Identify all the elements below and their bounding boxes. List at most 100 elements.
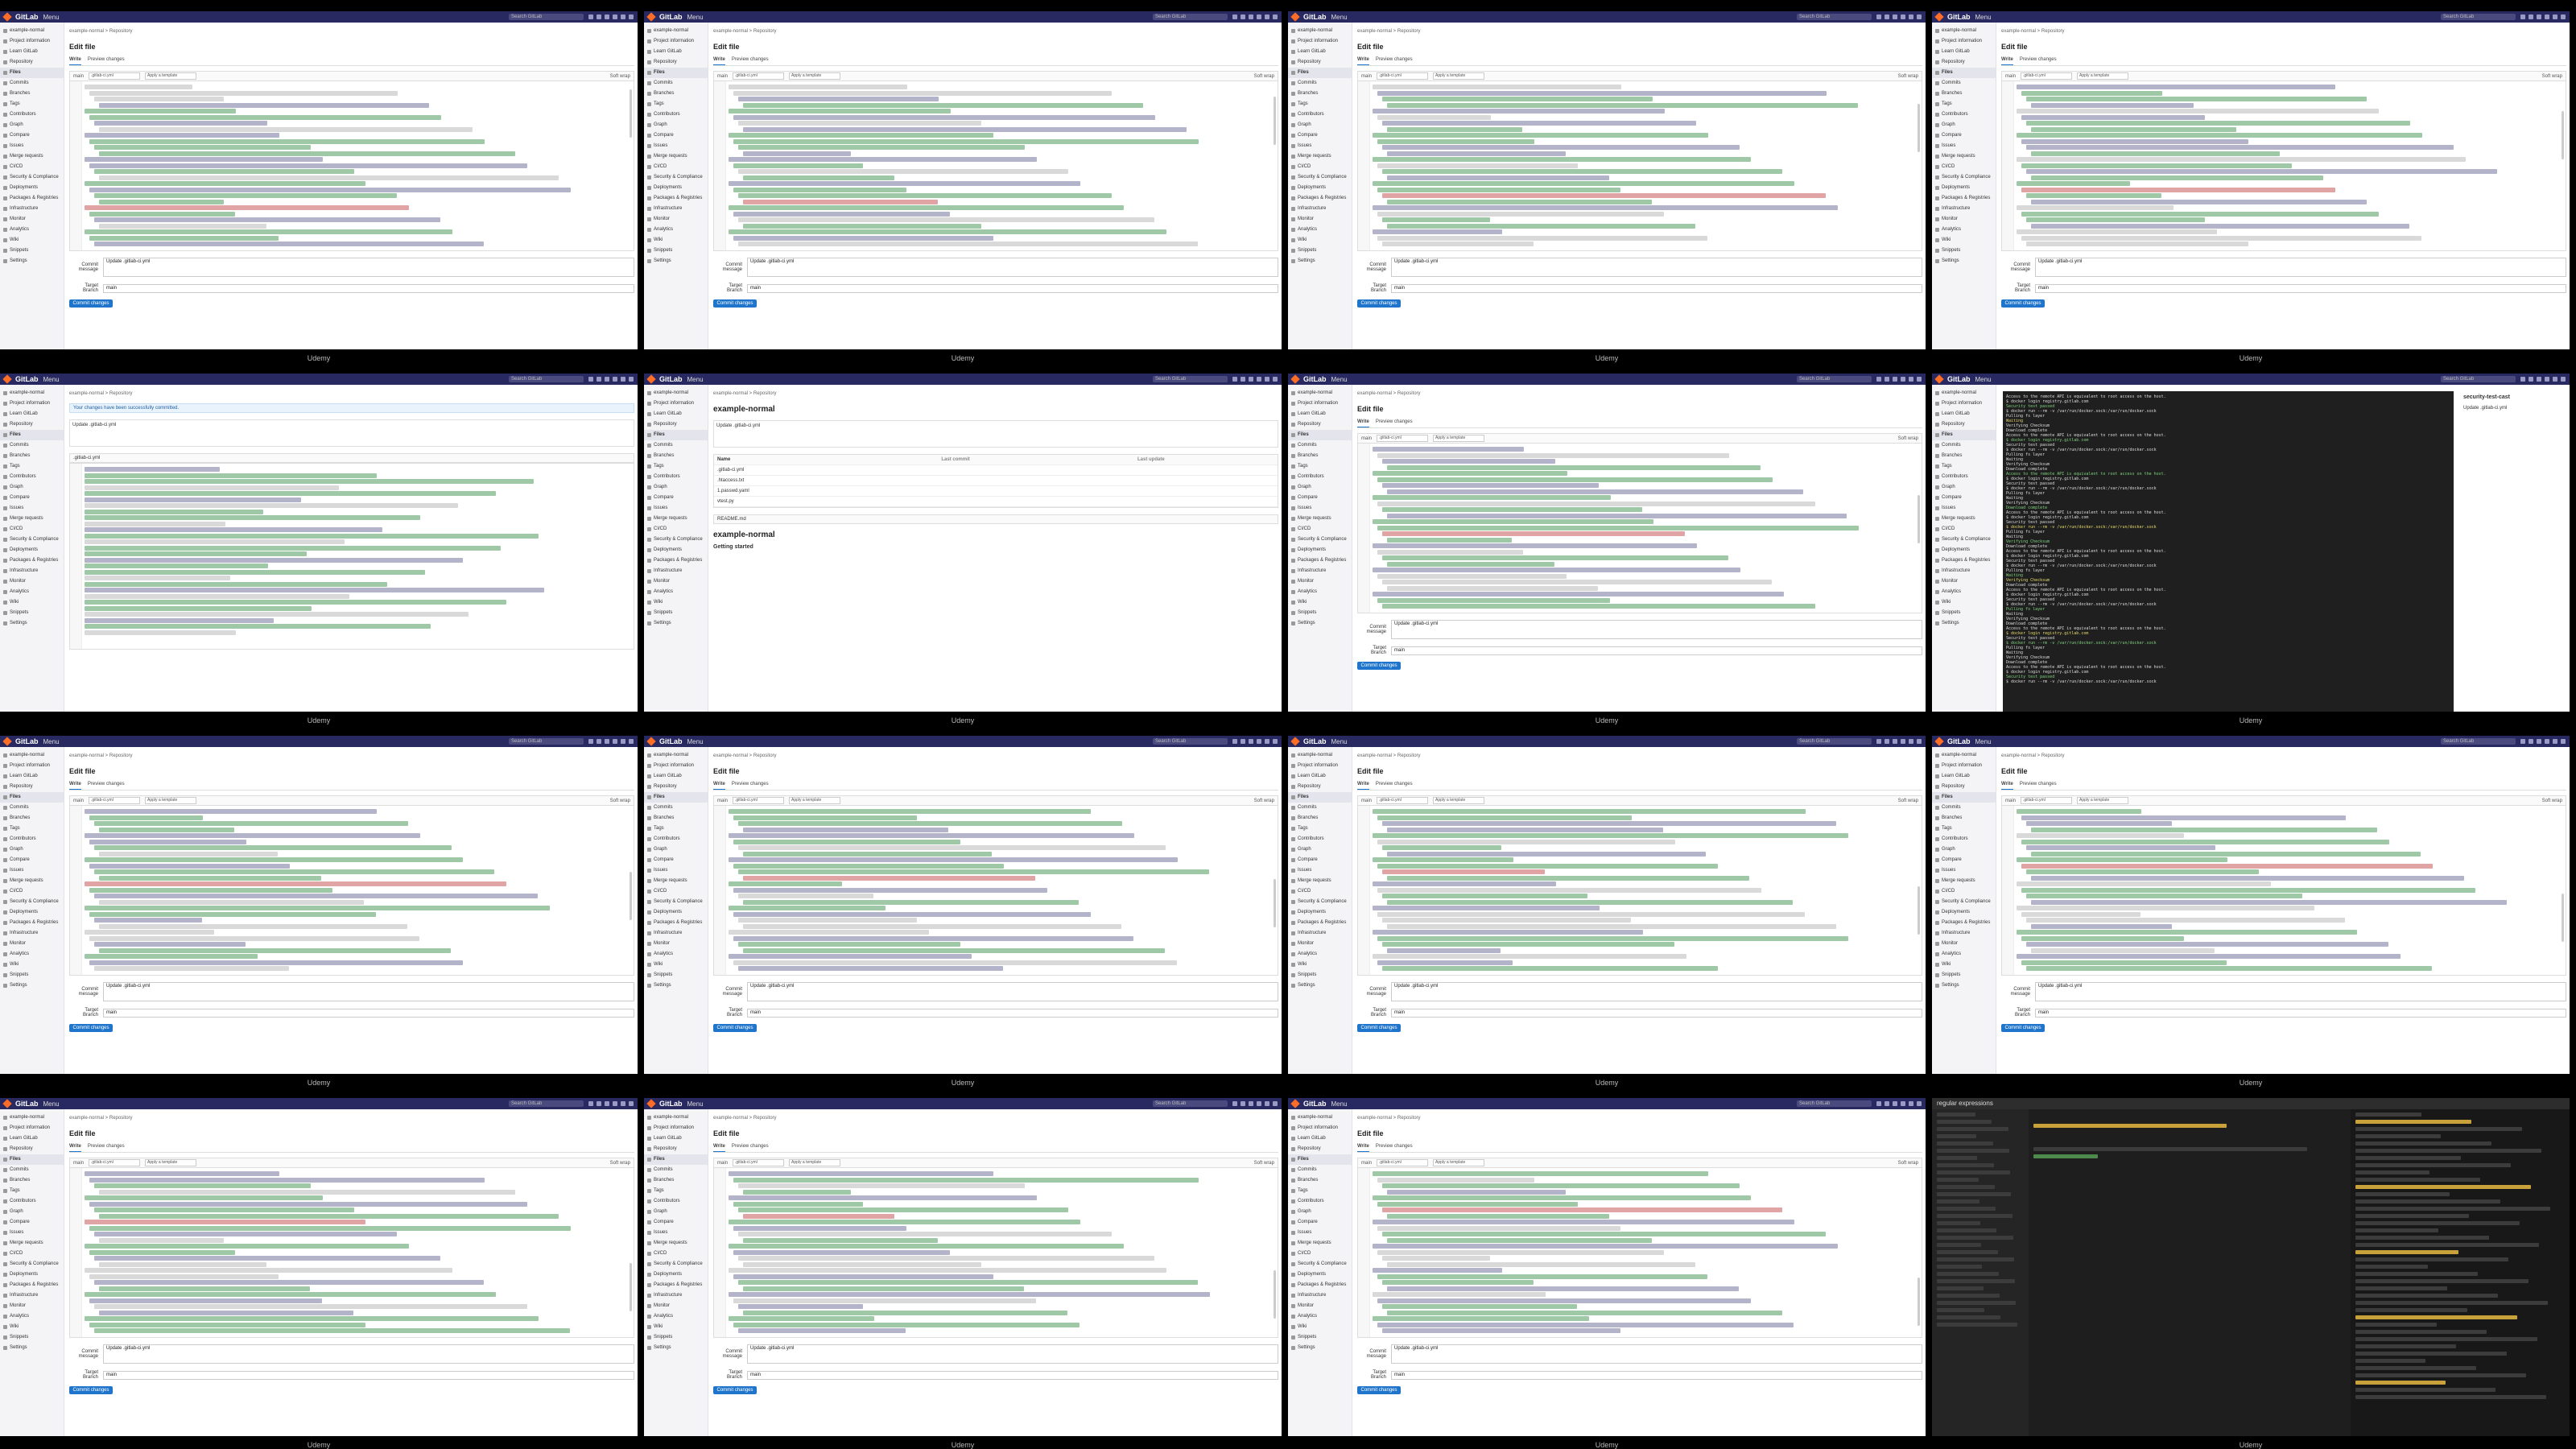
sidebar-entry[interactable] bbox=[1937, 1113, 1975, 1117]
sidebar-item[interactable]: CI/CD bbox=[644, 524, 708, 535]
file-name[interactable]: .gitlab-ci.yml bbox=[717, 465, 941, 475]
sidebar-item[interactable]: Graph bbox=[1288, 120, 1352, 130]
sidebar-item[interactable]: Files bbox=[644, 1154, 708, 1165]
template-select[interactable]: Apply a template bbox=[2077, 72, 2129, 80]
sidebar-item[interactable]: Wiki bbox=[1288, 597, 1352, 608]
target-branch-input[interactable]: main bbox=[1391, 283, 1922, 293]
tab-preview[interactable]: Preview changes bbox=[1376, 419, 1413, 427]
sidebar-item[interactable]: Analytics bbox=[1932, 587, 1996, 597]
file-name[interactable]: 1.passwd.yaml bbox=[717, 486, 941, 496]
sidebar-entry[interactable] bbox=[1937, 1141, 1993, 1146]
sidebar-entry[interactable] bbox=[1937, 1149, 2009, 1153]
sidebar-item[interactable]: Repository bbox=[1932, 57, 1996, 68]
sidebar-item[interactable]: Compare bbox=[0, 855, 64, 865]
merge-request-icon[interactable] bbox=[1249, 14, 1253, 19]
sidebar-item[interactable]: Tags bbox=[0, 824, 64, 834]
sidebar-item[interactable]: Security & Compliance bbox=[0, 897, 64, 907]
sidebar-item[interactable]: Packages & Registries bbox=[644, 193, 708, 204]
sidebar-item[interactable]: Deployments bbox=[1288, 907, 1352, 918]
commit-changes-button[interactable]: Commit changes bbox=[713, 299, 757, 308]
editor-scrollbar[interactable] bbox=[630, 1263, 632, 1311]
tab-write[interactable]: Write bbox=[713, 1144, 725, 1152]
sidebar-item[interactable]: Project information bbox=[1932, 398, 1996, 409]
sidebar-item[interactable]: Repository bbox=[0, 782, 64, 792]
help-icon[interactable] bbox=[1909, 1101, 1913, 1106]
sidebar-entry[interactable] bbox=[1937, 1192, 2012, 1196]
sidebar-item[interactable]: example-normal bbox=[1932, 750, 1996, 761]
plus-icon[interactable] bbox=[1232, 377, 1237, 382]
regex-input[interactable] bbox=[2033, 1124, 2227, 1128]
help-icon[interactable] bbox=[1265, 739, 1269, 744]
todo-icon[interactable] bbox=[1257, 377, 1261, 382]
filename-input[interactable]: .gitlab-ci.yml bbox=[733, 72, 785, 80]
brand-name[interactable]: GitLab bbox=[659, 737, 683, 745]
sidebar-item[interactable]: Files bbox=[0, 792, 64, 803]
sidebar-item[interactable]: example-normal bbox=[1288, 26, 1352, 36]
sidebar-item[interactable]: Snippets bbox=[1288, 246, 1352, 256]
gitlab-logo-icon[interactable] bbox=[1290, 737, 1300, 746]
sidebar-item[interactable]: Issues bbox=[644, 865, 708, 876]
breadcrumb[interactable]: example-normal > Repository bbox=[1357, 391, 1922, 398]
merge-request-icon[interactable] bbox=[2537, 14, 2541, 19]
search-input[interactable]: Search GitLab bbox=[1153, 1100, 1228, 1107]
todo-icon[interactable] bbox=[613, 14, 617, 19]
sidebar-item[interactable]: Graph bbox=[1932, 120, 1996, 130]
sidebar-entry[interactable] bbox=[1937, 1272, 1999, 1276]
table-row[interactable]: 1.passwd.yaml bbox=[714, 486, 1278, 497]
sidebar-item[interactable]: Snippets bbox=[644, 246, 708, 256]
gitlab-logo-icon[interactable] bbox=[646, 374, 656, 384]
sidebar-item[interactable]: Merge requests bbox=[1288, 151, 1352, 162]
sidebar-item[interactable]: Contributors bbox=[644, 834, 708, 844]
sidebar-item[interactable]: Merge requests bbox=[644, 1238, 708, 1249]
sidebar-item[interactable]: Project information bbox=[0, 36, 64, 47]
sidebar-item[interactable]: Snippets bbox=[644, 970, 708, 980]
help-icon[interactable] bbox=[2553, 377, 2557, 382]
sidebar-item[interactable]: Commits bbox=[1932, 78, 1996, 89]
file-name[interactable]: vtest.py bbox=[717, 497, 941, 506]
sidebar-entry[interactable] bbox=[1937, 1257, 2014, 1261]
sidebar-item[interactable]: Commits bbox=[0, 440, 64, 451]
breadcrumb[interactable]: example-normal > Repository bbox=[2001, 753, 2566, 761]
breadcrumb[interactable]: example-normal > Repository bbox=[69, 29, 634, 36]
sidebar-item[interactable]: Analytics bbox=[0, 949, 64, 960]
sidebar-item[interactable]: Packages & Registries bbox=[1932, 193, 1996, 204]
sidebar-item[interactable]: Wiki bbox=[1288, 235, 1352, 246]
gitlab-logo-icon[interactable] bbox=[2, 12, 12, 22]
sidebar-item[interactable]: Files bbox=[1932, 430, 1996, 440]
search-input[interactable]: Search GitLab bbox=[509, 14, 584, 20]
sidebar-item[interactable]: Infrastructure bbox=[1288, 1290, 1352, 1301]
sidebar-item[interactable]: Tags bbox=[0, 461, 64, 472]
sidebar-item[interactable]: Infrastructure bbox=[0, 928, 64, 939]
breadcrumb[interactable]: example-normal > Repository bbox=[69, 391, 634, 398]
commit-changes-button[interactable]: Commit changes bbox=[2001, 299, 2045, 308]
sidebar-entry[interactable] bbox=[1937, 1120, 1992, 1124]
sidebar-item[interactable]: Merge requests bbox=[0, 1238, 64, 1249]
sidebar-item[interactable]: Analytics bbox=[1288, 1311, 1352, 1322]
breadcrumb[interactable]: example-normal > Repository bbox=[713, 391, 1278, 398]
search-input[interactable]: Search GitLab bbox=[2441, 14, 2516, 20]
code-editor[interactable] bbox=[69, 1167, 634, 1338]
sidebar-entry[interactable] bbox=[1937, 1323, 2017, 1327]
sidebar-item[interactable]: Tags bbox=[1288, 461, 1352, 472]
commit-message-input[interactable]: Update .gitlab-ci.yml bbox=[1391, 1344, 1922, 1364]
sidebar-item[interactable]: Project information bbox=[1932, 36, 1996, 47]
avatar[interactable] bbox=[1917, 739, 1922, 744]
sidebar-item[interactable]: Infrastructure bbox=[644, 204, 708, 214]
todo-icon[interactable] bbox=[613, 1101, 617, 1106]
sidebar-item[interactable]: Branches bbox=[644, 89, 708, 99]
sidebar-item[interactable]: Tags bbox=[1288, 99, 1352, 109]
sidebar-item[interactable]: Deployments bbox=[0, 183, 64, 193]
sidebar-entry[interactable] bbox=[1937, 1315, 2001, 1319]
avatar[interactable] bbox=[1917, 377, 1922, 382]
issues-icon[interactable] bbox=[1885, 377, 1889, 382]
sidebar-item[interactable]: Security & Compliance bbox=[0, 1259, 64, 1269]
sidebar-item[interactable]: Snippets bbox=[0, 246, 64, 256]
breadcrumb[interactable]: example-normal > Repository bbox=[69, 1116, 634, 1123]
gitlab-logo-icon[interactable] bbox=[646, 1099, 656, 1108]
filename-input[interactable]: .gitlab-ci.yml bbox=[89, 1159, 141, 1166]
todo-icon[interactable] bbox=[613, 377, 617, 382]
sidebar-item[interactable]: Issues bbox=[0, 503, 64, 514]
breadcrumb[interactable]: example-normal > Repository bbox=[713, 753, 1278, 761]
sidebar-item[interactable]: Merge requests bbox=[644, 151, 708, 162]
code-editor[interactable] bbox=[1357, 443, 1922, 613]
